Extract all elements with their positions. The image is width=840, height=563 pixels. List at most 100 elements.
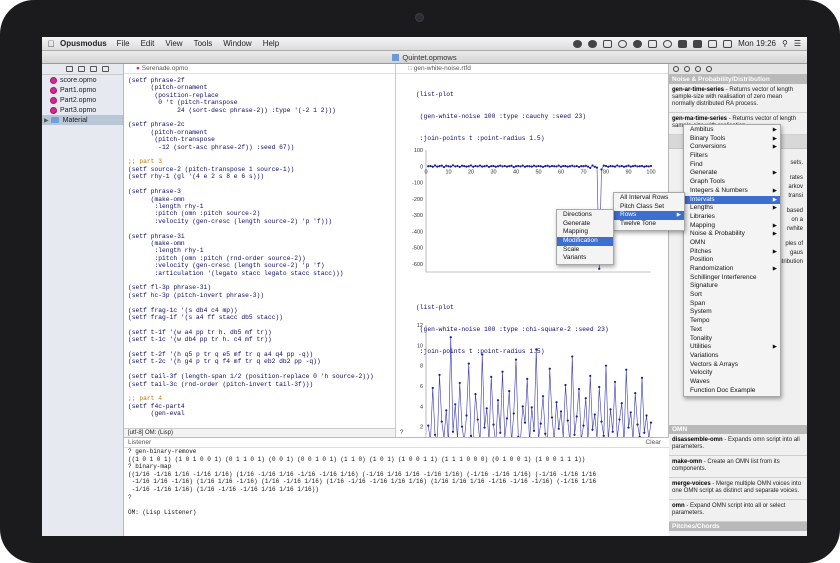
menu-item-mapping[interactable]: Mapping — [557, 228, 613, 237]
file-item-part3[interactable]: Part3.opmo — [42, 105, 123, 115]
menu-item-utilities[interactable]: Utilities ▶ — [684, 343, 780, 352]
file-item-part2[interactable]: Part2.opmo — [42, 95, 123, 105]
input-source-icon[interactable] — [723, 39, 733, 48]
menu-item-lengths[interactable]: Lengths ▶ — [684, 204, 780, 213]
menu-item-mapping[interactable]: Mapping ▶ — [684, 222, 780, 231]
menu-item-system[interactable]: System — [684, 308, 780, 317]
menu-item-filters[interactable]: Filters — [684, 152, 780, 161]
menu-item-conversions[interactable]: Conversions ▶ — [684, 143, 780, 152]
plot-tab[interactable]: □ gen-white-noise.rtfd — [396, 64, 668, 74]
doc-entry[interactable]: make-omn - Create an OMN list from its c… — [669, 456, 807, 478]
menu-window[interactable]: Window — [223, 39, 251, 48]
menu-item-signature[interactable]: Signature — [684, 282, 780, 291]
doc-section-noise[interactable]: Noise & Probability/Distribution — [669, 75, 807, 84]
list-view-icon[interactable] — [90, 66, 97, 72]
menu-help[interactable]: Help — [263, 39, 279, 48]
y-tick-label: -100 — [412, 181, 423, 187]
menu-edit[interactable]: Edit — [141, 39, 155, 48]
menu-item-schillinger-interference[interactable]: Schillinger Interference — [684, 274, 780, 283]
toggle-icon[interactable] — [673, 66, 679, 72]
doc-section-omn[interactable]: OMN — [669, 425, 807, 434]
menu-item-noise-probability[interactable]: Noise & Probability ▶ — [684, 230, 780, 239]
doc-entry[interactable]: omn - Expand OMN script into all or sele… — [669, 500, 807, 522]
notifications-icon[interactable]: ☰ — [794, 39, 801, 48]
plot-pane[interactable]: □ gen-white-noise.rtfd (list-plot (gen-w… — [396, 64, 669, 456]
wifi-icon[interactable] — [678, 39, 688, 48]
menu-item-find[interactable]: Find — [684, 161, 780, 170]
menu-item-intervals[interactable]: Intervals ▶ — [684, 195, 780, 205]
menu-item-omn[interactable]: OMN — [684, 239, 780, 248]
function-category-menu[interactable]: Ambitus ▶ Binary Tools ▶ Conversions ▶ Filters… — [683, 124, 781, 398]
file-item-score[interactable]: score.opmo — [42, 75, 123, 85]
menu-item-position[interactable]: Position — [684, 256, 780, 265]
sync-icon[interactable] — [633, 39, 643, 48]
menu-item-rows[interactable]: Rows ▶ — [614, 211, 684, 221]
menu-item-graph-tools[interactable]: Graph Tools — [684, 178, 780, 187]
display-icon[interactable] — [648, 39, 658, 48]
menu-item-scale[interactable]: Scale — [557, 246, 613, 255]
menu-item-ambitus[interactable]: Ambitus ▶ — [684, 126, 780, 135]
menu-item-modification[interactable]: Modification — [557, 237, 613, 246]
editor-tab[interactable]: ● Serenade.opmo — [124, 64, 395, 74]
menu-item-directions[interactable]: Directions — [557, 211, 613, 220]
code-text[interactable]: (setf phrase-2f (pitch-ornament (positio… — [124, 74, 395, 418]
menu-item-twelve-tone[interactable]: Twelve Tone — [614, 220, 684, 229]
menu-item-text[interactable]: Text — [684, 326, 780, 335]
new-file-icon[interactable] — [78, 66, 85, 72]
menu-item-generate[interactable]: Generate ▶ — [684, 169, 780, 178]
apple-menu-icon[interactable]:  — [42, 39, 60, 49]
listener-pane[interactable]: Listener Clear ? gen-binary-remove ((1 0 … — [124, 437, 669, 536]
menu-tools[interactable]: Tools — [194, 39, 213, 48]
listener-output[interactable]: ? gen-binary-remove ((1 0 1 0 1) (1 0 1 0… — [124, 448, 669, 516]
folder-item-material[interactable]: ▶ Material — [42, 115, 123, 125]
doc-entry[interactable]: disassemble-omn - Expands omn script int… — [669, 434, 807, 456]
spotlight-icon[interactable]: ⚲ — [782, 39, 788, 48]
submenu-arrow-icon: ▶ — [772, 187, 777, 194]
settings-icon[interactable] — [102, 66, 109, 72]
dropbox-icon[interactable] — [588, 39, 598, 48]
menu-item-variations[interactable]: Variations — [684, 352, 780, 361]
app-menu[interactable]: Opusmodus — [60, 39, 107, 48]
folder-icon[interactable] — [66, 66, 73, 72]
menu-item-binary-tools[interactable]: Binary Tools ▶ — [684, 135, 780, 144]
menu-view[interactable]: View — [165, 39, 182, 48]
volume-icon[interactable] — [693, 39, 703, 48]
timemachine-icon[interactable] — [603, 39, 613, 48]
file-item-part1[interactable]: Part1.opmo — [42, 85, 123, 95]
info-icon[interactable] — [684, 66, 690, 72]
forward-icon[interactable] — [706, 66, 712, 72]
menu-item-all-interval-rows[interactable]: All Interval Rows — [614, 194, 684, 203]
menu-item-tonality[interactable]: Tonality — [684, 335, 780, 344]
menu-item-span[interactable]: Span — [684, 300, 780, 309]
clock-icon[interactable] — [618, 39, 628, 48]
menu-item-pitches[interactable]: Pitches ▶ — [684, 248, 780, 257]
data-point — [447, 165, 450, 168]
menu-item-function-doc-example[interactable]: Function Doc Example — [684, 387, 780, 396]
doc-entry[interactable]: merge-voices - Merge multiple OMN voices… — [669, 478, 807, 500]
menu-clock[interactable]: Mon 19:26 — [738, 39, 776, 48]
doc-section-pitches[interactable]: Pitches/Chords — [669, 522, 807, 531]
menu-item-variants[interactable]: Variants — [557, 254, 613, 263]
menu-item-pitch-class-set[interactable]: Pitch Class Set — [614, 203, 684, 212]
search-icon[interactable] — [695, 66, 701, 72]
menu-file[interactable]: File — [117, 39, 130, 48]
data-point — [449, 336, 452, 339]
clear-button[interactable]: Clear — [645, 438, 661, 447]
creative-cloud-icon[interactable] — [573, 39, 583, 48]
battery-icon[interactable] — [708, 39, 718, 48]
menu-item-vectors-arrays[interactable]: Vectors & Arrays — [684, 361, 780, 370]
bluetooth-icon[interactable] — [663, 39, 673, 48]
menu-item-integers-numbers[interactable]: Integers & Numbers ▶ — [684, 187, 780, 196]
code-editor[interactable]: ● Serenade.opmo (setf phrase-2f (pitch-o… — [124, 64, 396, 437]
menu-item-velocity[interactable]: Velocity — [684, 369, 780, 378]
menu-item-sort[interactable]: Sort — [684, 291, 780, 300]
menu-item-libraries[interactable]: Libraries — [684, 213, 780, 222]
disclosure-triangle-icon[interactable]: ▶ — [44, 117, 49, 124]
intervals-submenu[interactable]: All Interval Rows Pitch Class Set Rows ▶ Twe… — [613, 192, 685, 231]
menu-item-generate[interactable]: Generate — [557, 220, 613, 229]
menu-item-randomization[interactable]: Randomization ▶ — [684, 265, 780, 274]
menu-item-waves[interactable]: Waves — [684, 378, 780, 387]
menu-item-tempo[interactable]: Tempo — [684, 317, 780, 326]
doc-entry[interactable]: gen-ar-time-series - Returns vector of l… — [669, 84, 807, 113]
rows-submenu[interactable]: Directions Generate Mapping Modification Sca… — [556, 209, 614, 266]
